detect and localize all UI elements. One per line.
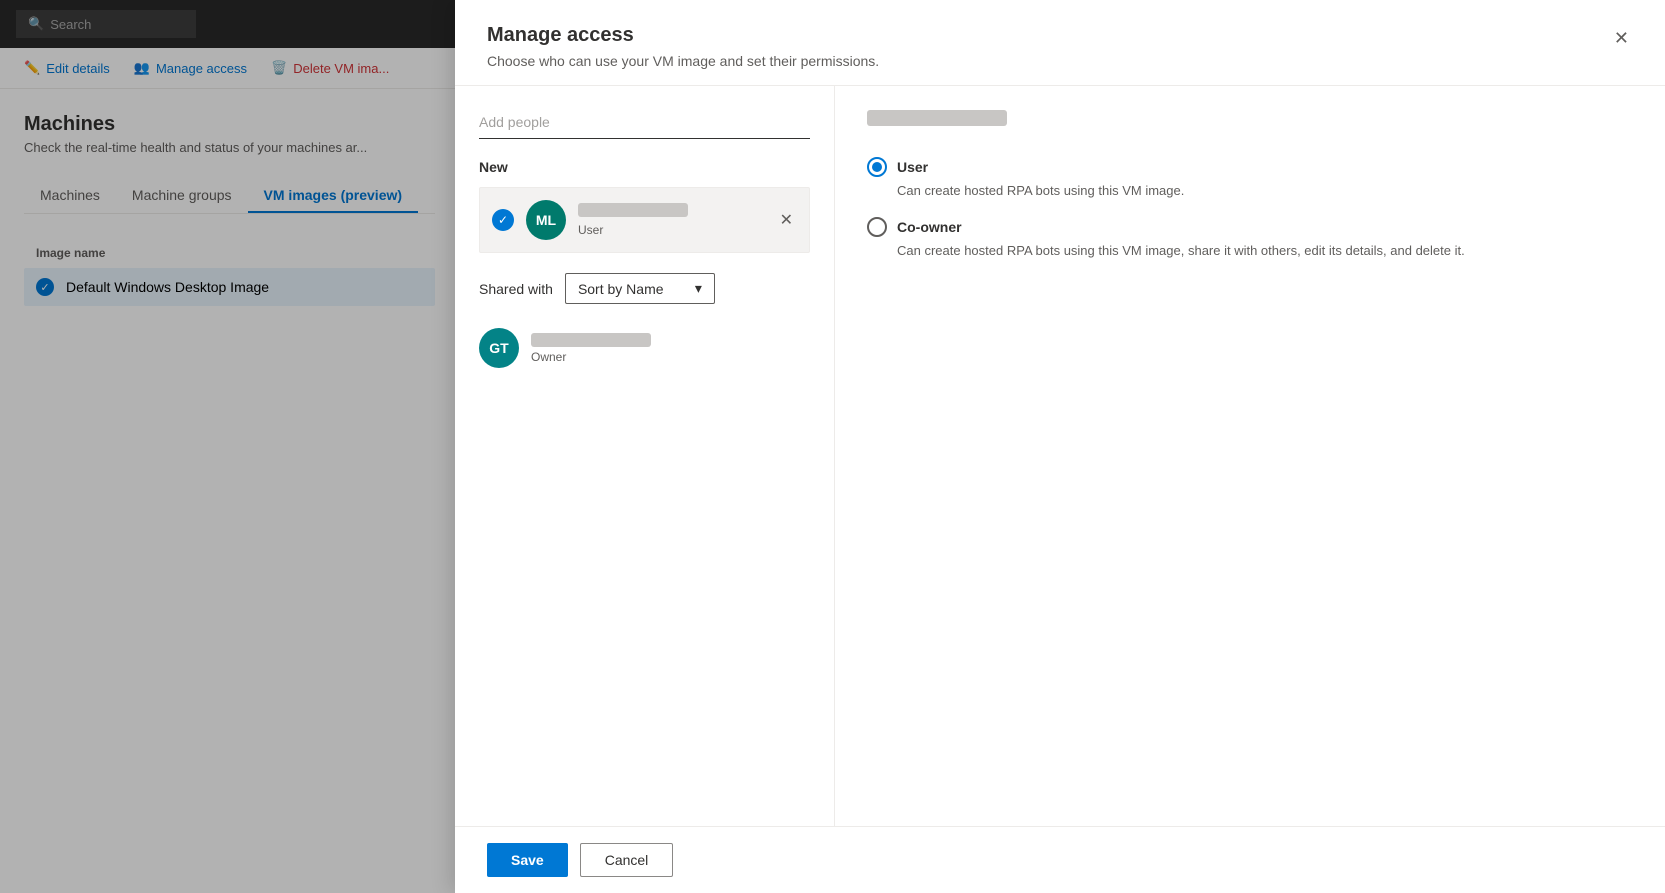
new-user-card: ML User ✕ bbox=[479, 187, 810, 253]
permission-radio-group: User Can create hosted RPA bots using th… bbox=[867, 157, 1633, 260]
dialog-title: Manage access bbox=[487, 24, 879, 47]
gt-avatar: GT bbox=[479, 328, 519, 368]
dialog-footer: Save Cancel bbox=[455, 826, 1665, 893]
chevron-down-icon: ▾ bbox=[695, 280, 702, 297]
coowner-radio-option: Co-owner Can create hosted RPA bots usin… bbox=[867, 217, 1633, 261]
dialog-body: New ML User ✕ Shared with Sort by Name ▾ bbox=[455, 86, 1665, 826]
user-card-check-icon bbox=[492, 209, 514, 231]
user-radio-label: User bbox=[897, 159, 928, 175]
user-radio-button[interactable] bbox=[867, 157, 887, 177]
coowner-radio-desc: Can create hosted RPA bots using this VM… bbox=[867, 241, 1633, 261]
manage-access-dialog: Manage access Choose who can use your VM… bbox=[455, 0, 1665, 893]
sort-dropdown-label: Sort by Name bbox=[578, 281, 664, 297]
shared-with-row: Shared with Sort by Name ▾ bbox=[479, 273, 810, 304]
coowner-radio-label: Co-owner bbox=[897, 219, 962, 235]
shared-user-name-blurred bbox=[531, 333, 651, 347]
coowner-radio-button[interactable] bbox=[867, 217, 887, 237]
add-people-input[interactable] bbox=[479, 110, 810, 139]
shared-user-role: Owner bbox=[531, 350, 651, 364]
cancel-button[interactable]: Cancel bbox=[580, 843, 674, 877]
close-button[interactable]: ✕ bbox=[1610, 24, 1633, 53]
ml-avatar: ML bbox=[526, 200, 566, 240]
remove-user-button[interactable]: ✕ bbox=[776, 206, 797, 234]
new-user-role: User bbox=[578, 223, 764, 237]
new-user-name-blurred bbox=[578, 203, 688, 217]
dialog-header: Manage access Choose who can use your VM… bbox=[455, 0, 1665, 86]
save-button[interactable]: Save bbox=[487, 843, 568, 877]
sort-dropdown[interactable]: Sort by Name ▾ bbox=[565, 273, 715, 304]
dialog-subtitle: Choose who can use your VM image and set… bbox=[487, 53, 879, 69]
right-panel: User Can create hosted RPA bots using th… bbox=[835, 86, 1665, 826]
user-radio-desc: Can create hosted RPA bots using this VM… bbox=[867, 181, 1633, 201]
new-section-label: New bbox=[479, 159, 810, 175]
shared-with-label: Shared with bbox=[479, 281, 553, 297]
left-panel: New ML User ✕ Shared with Sort by Name ▾ bbox=[455, 86, 835, 826]
user-radio-option: User Can create hosted RPA bots using th… bbox=[867, 157, 1633, 201]
selected-user-name-blurred bbox=[867, 110, 1007, 126]
shared-user-item: GT Owner bbox=[479, 320, 810, 376]
